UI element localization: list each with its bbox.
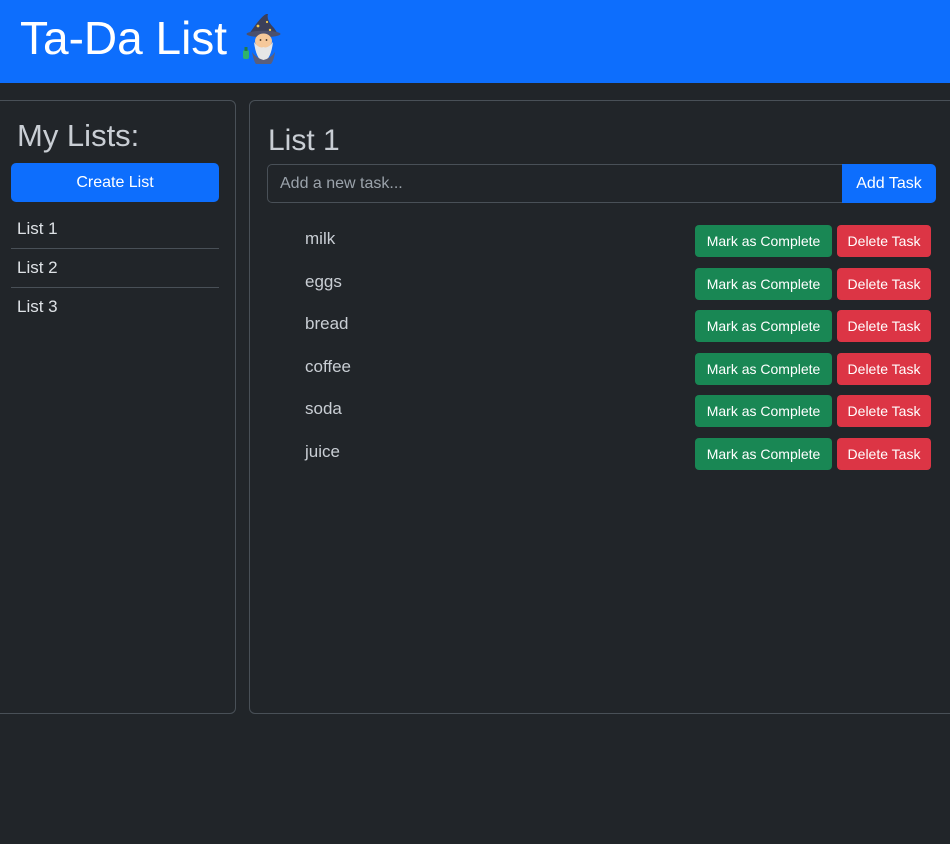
task-list: milk Mark as Complete Delete Task eggs M…	[267, 224, 933, 479]
list-nav: List 1 List 2 List 3	[11, 210, 219, 327]
task-name: coffee	[305, 356, 352, 376]
app-title: Ta-Da List	[20, 12, 228, 64]
delete-task-button[interactable]: Delete Task	[837, 310, 931, 342]
task-row: milk Mark as Complete Delete Task	[267, 224, 933, 267]
top-navbar: Ta-Da List	[0, 0, 950, 83]
task-row: eggs Mark as Complete Delete Task	[267, 267, 933, 310]
delete-task-button[interactable]: Delete Task	[837, 437, 931, 470]
mark-complete-button[interactable]: Mark as Complete	[695, 437, 832, 470]
sidebar-item-list-3[interactable]: List 3	[11, 288, 219, 327]
task-row: coffee Mark as Complete Delete Task	[267, 352, 933, 395]
delete-task-button[interactable]: Delete Task	[837, 395, 931, 427]
delete-task-button[interactable]: Delete Task	[837, 225, 931, 257]
task-name: soda	[305, 399, 342, 418]
task-row: soda Mark as Complete Delete Task	[267, 394, 933, 437]
create-list-button[interactable]: Create List	[11, 163, 219, 202]
delete-task-button[interactable]: Delete Task	[837, 267, 931, 300]
new-task-input[interactable]	[267, 164, 843, 203]
sidebar-item-list-2[interactable]: List 2	[11, 249, 219, 288]
task-name: milk	[305, 229, 336, 248]
delete-task-button[interactable]: Delete Task	[837, 352, 931, 385]
task-row: bread Mark as Complete Delete Task	[267, 309, 933, 352]
add-task-button[interactable]: Add Task	[842, 164, 936, 203]
mark-complete-button[interactable]: Mark as Complete	[695, 267, 832, 300]
task-name: juice	[305, 441, 340, 461]
mark-complete-button[interactable]: Mark as Complete	[695, 225, 832, 257]
list-title: List 1	[268, 124, 340, 157]
sidebar-title: My Lists:	[17, 118, 140, 153]
mark-complete-button[interactable]: Mark as Complete	[695, 395, 832, 427]
mark-complete-button[interactable]: Mark as Complete	[695, 352, 832, 385]
task-name: eggs	[305, 271, 342, 291]
task-name: bread	[305, 314, 349, 333]
wizard-icon	[243, 14, 281, 64]
task-row: juice Mark as Complete Delete Task	[267, 437, 933, 480]
sidebar-item-list-1[interactable]: List 1	[11, 210, 219, 249]
mark-complete-button[interactable]: Mark as Complete	[695, 310, 832, 342]
